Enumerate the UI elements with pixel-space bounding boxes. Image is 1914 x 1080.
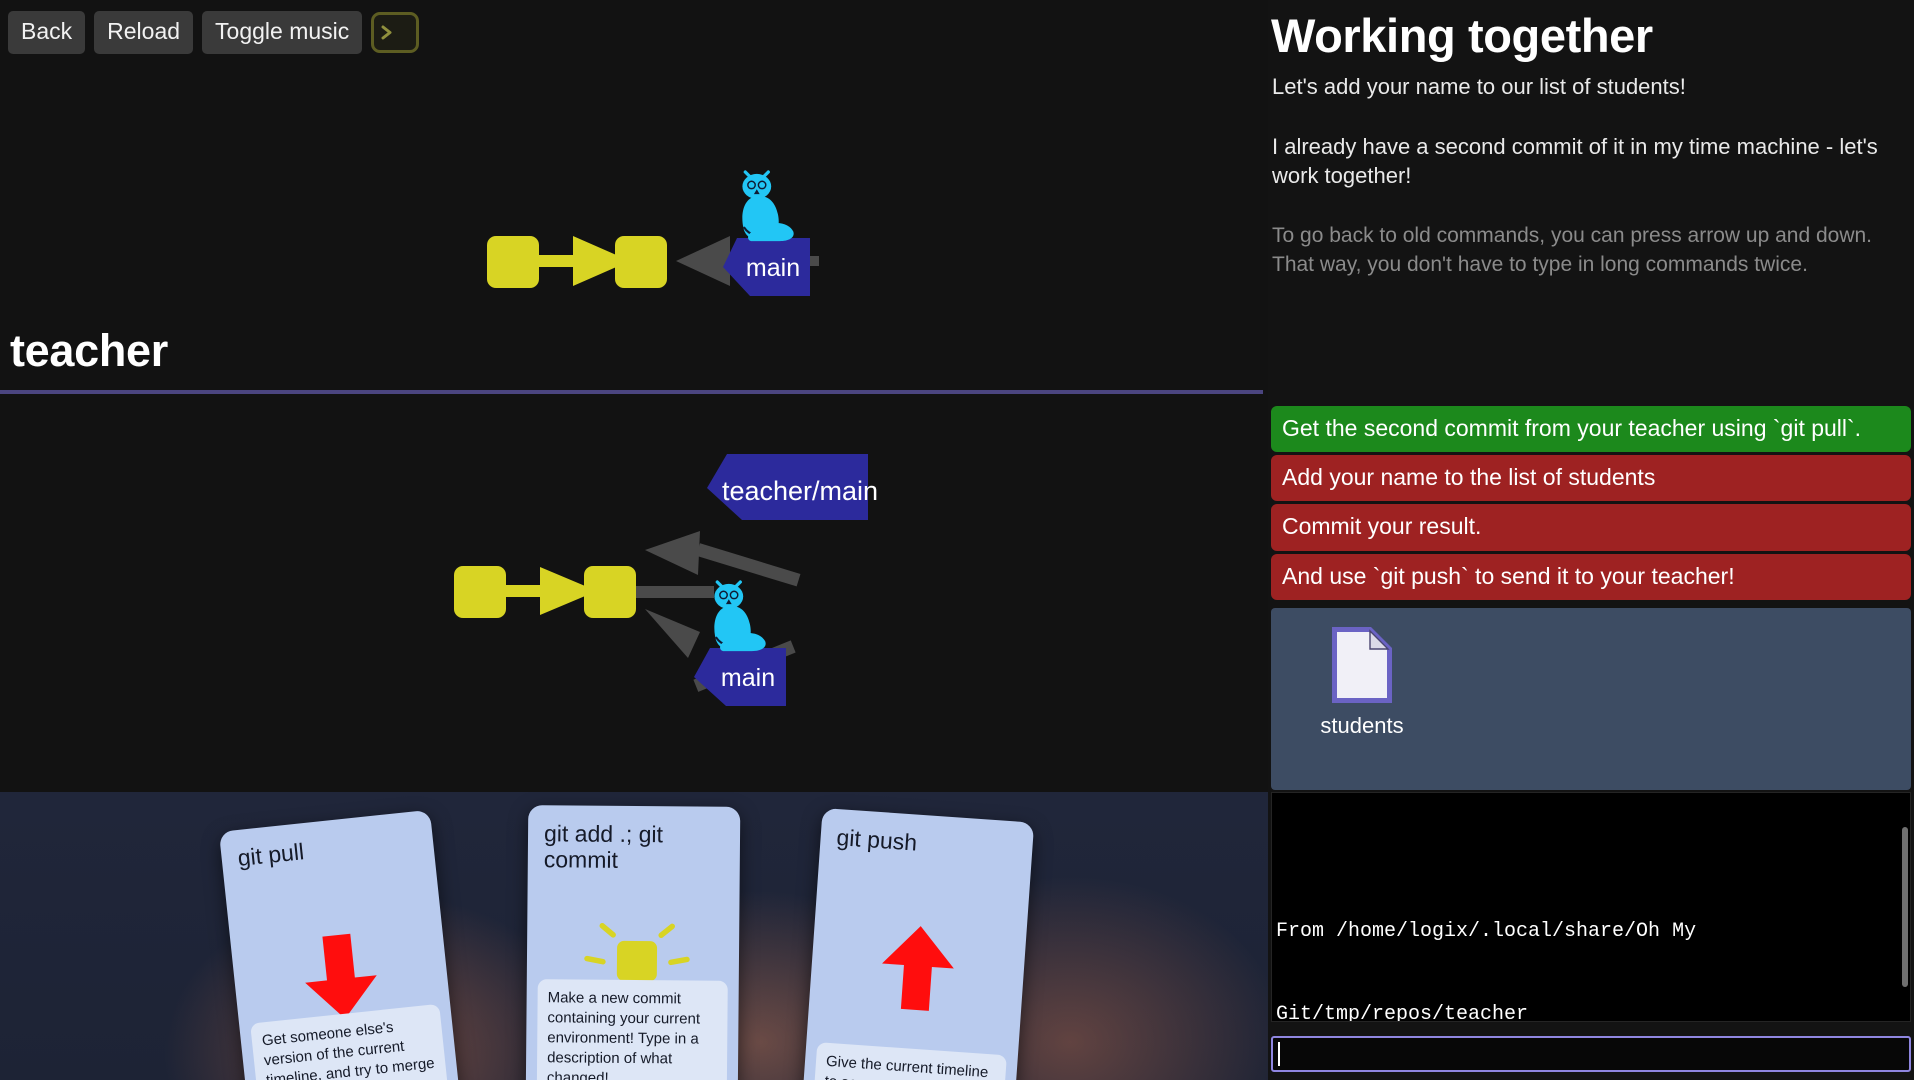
lesson-hint: To go back to old commands, you can pres…: [1272, 222, 1912, 280]
task-item[interactable]: Commit your result.: [1271, 504, 1911, 550]
command-card-tray: git pull Get someone else's version of t…: [0, 792, 1268, 1080]
task-item[interactable]: Get the second commit from your teacher …: [1271, 406, 1911, 452]
terminal-line: From /home/logix/.local/share/Oh My: [1276, 918, 1902, 946]
command-input[interactable]: [1271, 1036, 1911, 1072]
task-item[interactable]: Add your name to the list of students: [1271, 455, 1911, 501]
toolbar: Back Reload Toggle music: [8, 11, 419, 54]
file-item-students[interactable]: students: [1307, 624, 1417, 739]
back-button[interactable]: Back: [8, 11, 85, 54]
oh-my-git-app: Back Reload Toggle music: [0, 0, 1914, 1080]
terminal-icon[interactable]: [371, 12, 419, 53]
student-repo-graph: main: [0, 60, 1268, 320]
repo-title-teacher: teacher: [10, 325, 168, 377]
command-card-git-push[interactable]: git push Give the current timeline to so…: [802, 808, 1034, 1080]
up-arrow-icon: [808, 904, 1028, 1037]
branch-label-teacher-main-text: teacher/main: [722, 476, 878, 506]
command-card-git-commit[interactable]: git add .; git commit M: [526, 805, 741, 1080]
file-icon: [1329, 624, 1395, 706]
terminal-output[interactable]: From /home/logix/.local/share/Oh My Git/…: [1271, 792, 1911, 1022]
file-label: students: [1307, 713, 1417, 739]
card-title: git pull: [236, 827, 418, 871]
owl-avatar: [714, 582, 765, 651]
branch-edge-teacher-main: [645, 531, 800, 586]
terminal-line: Git/tmp/repos/teacher: [1276, 1001, 1902, 1022]
card-title: git add .; git commit: [544, 821, 724, 874]
branch-label-main-text: main: [721, 664, 775, 692]
command-card-git-pull[interactable]: git pull Get someone else's version of t…: [219, 810, 461, 1080]
reload-button[interactable]: Reload: [94, 11, 193, 54]
terminal-scrollbar[interactable]: [1902, 827, 1908, 987]
toggle-music-button[interactable]: Toggle music: [202, 11, 362, 54]
repo-divider: [0, 390, 1263, 394]
terminal-clipped-line: [1276, 853, 1902, 863]
commit-node: [615, 236, 667, 288]
page-title: Working together: [1271, 8, 1653, 63]
text-caret: [1278, 1042, 1280, 1066]
lesson-paragraph: I already have a second commit of it in …: [1272, 132, 1912, 190]
owl-avatar: [742, 172, 793, 241]
lesson-panel: Working together Let's add your name to …: [1268, 0, 1914, 1080]
commit-node: [487, 236, 539, 288]
card-title: git push: [836, 825, 1017, 863]
teacher-graph-svg: teacher/main ma: [0, 400, 1268, 720]
card-description: Make a new commit containing your curren…: [537, 979, 728, 1080]
task-list: Get the second commit from your teacher …: [1271, 406, 1911, 603]
branch-label-text: main: [746, 254, 800, 282]
branch-edge-stub: [636, 586, 714, 598]
commit-node: [584, 566, 636, 618]
file-browser: students: [1271, 608, 1911, 790]
lesson-paragraph: Let's add your name to our list of stude…: [1272, 72, 1912, 101]
card-description: Give the current timeline to someone els…: [813, 1042, 1007, 1080]
game-view: Back Reload Toggle music: [0, 0, 1268, 1080]
student-graph-svg: main: [0, 60, 1268, 320]
task-item[interactable]: And use `git push` to send it to your te…: [1271, 554, 1911, 600]
teacher-repo-graph: teacher/main ma: [0, 400, 1268, 720]
commit-node: [454, 566, 506, 618]
